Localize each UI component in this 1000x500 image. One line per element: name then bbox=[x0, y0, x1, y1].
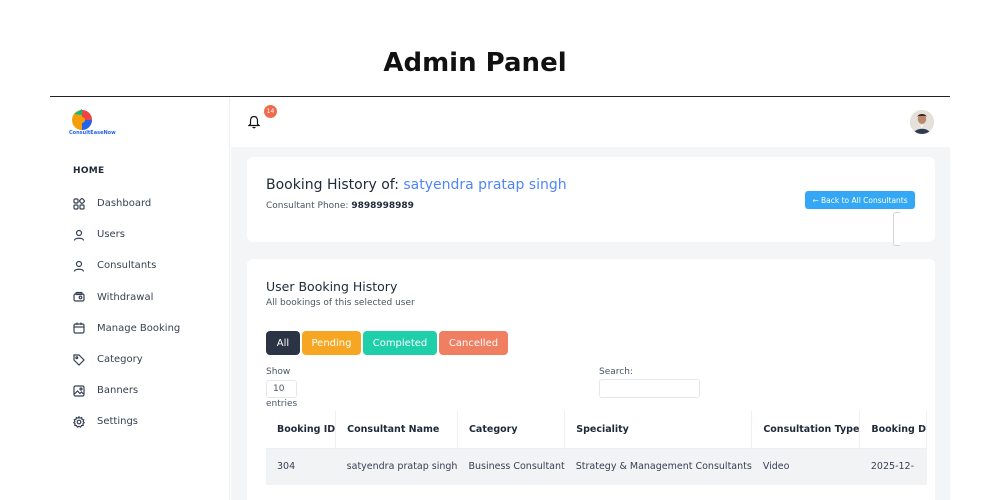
topbar: 14 bbox=[231, 97, 950, 147]
filter-completed-button[interactable]: Completed bbox=[363, 331, 437, 355]
search-input[interactable] bbox=[599, 379, 700, 398]
table-cell: satyendra pratap singh bbox=[335, 448, 458, 485]
sidebar-item-label: Banners bbox=[97, 385, 139, 397]
admin-window: ConsultEaseNow HOME Dashboard Users Cons… bbox=[50, 96, 950, 500]
consultant-phone: Consultant Phone: 9898998989 bbox=[266, 201, 414, 211]
filter-cancelled-button[interactable]: Cancelled bbox=[439, 331, 508, 355]
image-icon bbox=[72, 384, 86, 398]
sidebar-item-label: Dashboard bbox=[97, 198, 152, 210]
column-header[interactable]: Booking D bbox=[859, 411, 928, 449]
notification-badge: 14 bbox=[264, 105, 277, 118]
bell-icon[interactable] bbox=[248, 115, 260, 129]
sidebar-item-category[interactable]: Category bbox=[72, 344, 180, 375]
column-header[interactable]: Speciality bbox=[564, 411, 753, 449]
column-header[interactable]: Consultant Name bbox=[335, 411, 458, 449]
user-icon bbox=[72, 228, 86, 242]
entries-label: entries bbox=[266, 399, 298, 409]
column-header[interactable]: Consultation Type bbox=[751, 411, 861, 449]
calendar-icon bbox=[72, 321, 86, 335]
sidebar-nav: Dashboard Users Consultants Withdrawal M… bbox=[72, 188, 180, 438]
column-header[interactable]: Category bbox=[457, 411, 566, 449]
phone-value: 9898998989 bbox=[351, 201, 414, 211]
sidebar-item-label: Withdrawal bbox=[97, 291, 154, 303]
user-booking-history-card: User Booking History All bookings of thi… bbox=[247, 259, 935, 500]
phone-label: Consultant Phone: bbox=[266, 201, 349, 211]
consultant-booking-card: Booking History of: satyendra pratap sin… bbox=[247, 157, 935, 242]
sidebar: ConsultEaseNow HOME Dashboard Users Cons… bbox=[50, 97, 230, 500]
section-subtitle: All bookings of this selected user bbox=[266, 298, 415, 308]
search-label: Search: bbox=[599, 367, 633, 377]
filter-all-button[interactable]: All bbox=[266, 331, 300, 355]
sidebar-item-label: Users bbox=[97, 229, 126, 241]
table-cell: 304 bbox=[266, 448, 336, 485]
page-caption: Admin Panel bbox=[383, 48, 567, 78]
sidebar-item-label: Settings bbox=[97, 416, 139, 428]
sidebar-item-consultants[interactable]: Consultants bbox=[72, 250, 180, 281]
table-cell: 2025-12- bbox=[859, 448, 927, 485]
column-header[interactable]: Booking ID bbox=[266, 411, 337, 449]
booking-history-title: Booking History of: satyendra pratap sin… bbox=[266, 177, 567, 193]
side-scroll-handle[interactable] bbox=[893, 212, 900, 246]
logo-text: ConsultEaseNow bbox=[69, 130, 116, 136]
tag-icon bbox=[72, 353, 86, 367]
status-filters: All Pending Completed Cancelled bbox=[266, 331, 510, 355]
bookings-table: Booking ID Consultant Name Category Spec… bbox=[266, 411, 928, 485]
section-title: User Booking History bbox=[266, 279, 398, 294]
sidebar-item-manage-booking[interactable]: Manage Booking bbox=[72, 313, 180, 344]
sidebar-item-label: Consultants bbox=[97, 260, 157, 272]
avatar[interactable] bbox=[910, 110, 934, 134]
gear-icon bbox=[72, 415, 86, 429]
entries-per-page-select[interactable]: 10 bbox=[266, 380, 297, 398]
sidebar-item-withdrawal[interactable]: Withdrawal bbox=[72, 282, 180, 313]
user-icon bbox=[72, 259, 86, 273]
sidebar-item-banners[interactable]: Banners bbox=[72, 375, 180, 406]
main-content: 14 Booking History of: satyendra pratap … bbox=[231, 97, 950, 500]
show-label: Show bbox=[266, 367, 291, 377]
sidebar-item-label: Category bbox=[97, 354, 143, 366]
sidebar-item-settings[interactable]: Settings bbox=[72, 406, 180, 437]
table-row[interactable]: 304 satyendra pratap singh Business Cons… bbox=[266, 448, 927, 485]
sidebar-item-label: Manage Booking bbox=[97, 322, 181, 334]
consultant-name: satyendra pratap singh bbox=[403, 177, 567, 193]
table-cell: Business Consultant bbox=[457, 448, 565, 485]
booking-history-prefix: Booking History of: bbox=[266, 177, 399, 193]
sidebar-section-home: HOME bbox=[73, 166, 105, 176]
filter-pending-button[interactable]: Pending bbox=[302, 331, 361, 355]
sidebar-item-users[interactable]: Users bbox=[72, 219, 180, 250]
back-to-consultants-button[interactable]: ← Back to All Consultants bbox=[805, 191, 915, 209]
sidebar-item-dashboard[interactable]: Dashboard bbox=[72, 188, 180, 219]
table-cell: Video bbox=[751, 448, 860, 485]
dashboard-icon bbox=[72, 197, 86, 211]
table-header-row: Booking ID Consultant Name Category Spec… bbox=[266, 411, 928, 449]
wallet-icon bbox=[72, 290, 86, 304]
table-cell: Strategy & Management Consultants bbox=[564, 448, 752, 485]
